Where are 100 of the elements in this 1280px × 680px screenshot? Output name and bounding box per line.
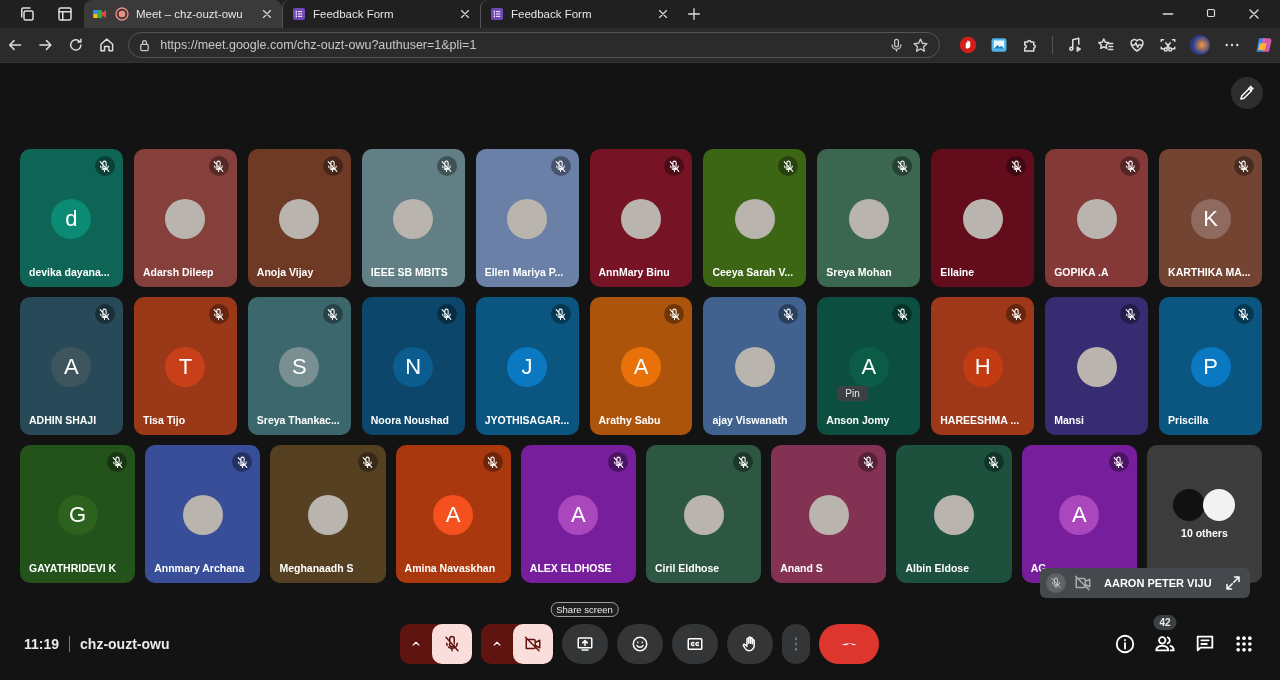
participant-tile[interactable]: A Pin Anson Jomy xyxy=(817,297,921,435)
reaction-button[interactable] xyxy=(616,624,663,664)
tooltip: Share screen xyxy=(550,602,619,617)
participant-tile[interactable]: A ALEX ELDHOSE xyxy=(520,445,636,583)
microphone-icon[interactable] xyxy=(889,37,904,53)
participant-tile[interactable]: P Priscilla xyxy=(1159,297,1262,435)
microphone-toggle[interactable] xyxy=(431,624,472,664)
camera-off-icon xyxy=(1074,574,1092,592)
camera-control[interactable] xyxy=(480,624,553,664)
participant-name: devika dayana... xyxy=(29,266,110,278)
reload-icon[interactable] xyxy=(67,36,85,54)
avatar-letter: P xyxy=(1190,347,1231,387)
microphone-control[interactable] xyxy=(399,624,472,664)
participant-name: Anson Jomy xyxy=(826,414,890,426)
participant-tile[interactable]: S Sreya Thankac... xyxy=(247,297,351,435)
photo-placeholder xyxy=(1076,347,1117,387)
participant-tile[interactable]: N Noora Noushad xyxy=(361,297,465,435)
camera-toggle[interactable] xyxy=(512,624,553,664)
present-button[interactable] xyxy=(561,624,608,664)
close-icon[interactable] xyxy=(656,7,670,21)
captions-icon xyxy=(685,635,704,653)
avatar-letter: A xyxy=(558,495,599,535)
participant-tile[interactable]: Anand S xyxy=(771,445,887,583)
participant-tile[interactable]: ajay Viswanath xyxy=(703,297,807,435)
participant-tile[interactable]: Albin Eldose xyxy=(896,445,1012,583)
participant-tile[interactable]: K KARTHIKA MA... xyxy=(1159,149,1262,287)
maximize-icon[interactable] xyxy=(1204,6,1218,20)
participant-tile[interactable]: Ellen Mariya P... xyxy=(475,149,579,287)
avatar-letter: K xyxy=(1190,199,1231,239)
music-icon[interactable] xyxy=(1066,36,1084,54)
screenshot-icon[interactable] xyxy=(1159,36,1177,54)
photo-placeholder xyxy=(182,495,223,535)
participant-tile[interactable]: J JYOTHISAGAR... xyxy=(475,297,579,435)
participant-name: Amina Navaskhan xyxy=(404,562,496,574)
participant-tile[interactable]: A Arathy Sabu xyxy=(589,297,693,435)
participant-name: Ceeya Sarah V... xyxy=(712,266,794,278)
participant-tile[interactable]: Annmary Archana xyxy=(145,445,261,583)
photo-placeholder xyxy=(1076,199,1117,239)
leave-call-button[interactable] xyxy=(818,624,879,664)
avatar-letter: H xyxy=(962,347,1003,387)
hand-icon[interactable] xyxy=(959,36,977,54)
participant-name: Annmary Archana xyxy=(154,562,245,574)
others-label: 10 others xyxy=(1181,527,1228,539)
photo-placeholder xyxy=(962,199,1003,239)
recording-icon xyxy=(114,6,130,22)
participant-name: Sreya Mohan xyxy=(826,266,892,278)
participant-tile[interactable]: Anoja Vijay xyxy=(247,149,351,287)
picture-icon[interactable] xyxy=(990,36,1008,54)
expand-icon[interactable] xyxy=(1224,574,1242,592)
participant-tile[interactable]: Meghanaadh S xyxy=(270,445,386,583)
participant-name: Tisa Tijo xyxy=(142,414,186,426)
form-icon xyxy=(489,6,505,22)
participant-tile[interactable]: T Tisa Tijo xyxy=(133,297,237,435)
star-icon[interactable] xyxy=(912,36,929,54)
participant-tile[interactable]: Sreya Mohan xyxy=(817,149,921,287)
copilot-icon[interactable] xyxy=(1254,35,1274,55)
participant-tile[interactable]: Ceeya Sarah V... xyxy=(703,149,807,287)
avatar-letter: A xyxy=(848,347,889,387)
photo-placeholder xyxy=(808,495,849,535)
home-icon[interactable] xyxy=(97,36,116,54)
participant-name: GAYATHRIDEVI K xyxy=(29,562,117,574)
participant-tile[interactable]: d devika dayana... xyxy=(20,149,123,287)
participant-name: HAREESHMA ... xyxy=(940,414,1020,426)
tab-actions-icon[interactable] xyxy=(18,5,36,23)
participant-tile[interactable]: G GAYATHRIDEVI K xyxy=(20,445,136,583)
participant-tile[interactable]: A ADHIN SHAJI xyxy=(20,297,123,435)
participant-tile[interactable]: Ciril Eldhose xyxy=(646,445,762,583)
info-icon[interactable] xyxy=(1114,633,1136,655)
new-tab-icon[interactable] xyxy=(686,6,702,22)
photo-placeholder xyxy=(279,199,320,239)
participant-name: Mansi xyxy=(1054,414,1084,426)
browser-tab[interactable]: Meet – chz-ouzt-owu xyxy=(84,0,282,28)
participant-tile[interactable]: Mansi xyxy=(1045,297,1149,435)
sidebar-icon[interactable] xyxy=(56,5,74,23)
camera-off-icon[interactable] xyxy=(523,635,542,653)
avatar-letter: N xyxy=(393,347,434,387)
close-icon[interactable] xyxy=(260,7,274,21)
photo-placeholder xyxy=(1173,489,1206,521)
avatar-letter: J xyxy=(507,347,548,387)
edit-button[interactable] xyxy=(1231,77,1263,109)
participant-tile[interactable]: Adarsh Dileep xyxy=(133,149,237,287)
participant-tile[interactable]: IEEE SB MBITS xyxy=(361,149,465,287)
participant-tile[interactable]: GOPIKA .A xyxy=(1045,149,1149,287)
participant-tile[interactable]: A Amina Navaskhan xyxy=(395,445,511,583)
meeting-time: 11:19 xyxy=(24,636,60,652)
participant-name: Ciril Eldhose xyxy=(655,562,720,574)
photo-placeholder xyxy=(734,199,775,239)
photo-placeholder xyxy=(308,495,348,535)
participant-tile[interactable]: AnnMary Binu xyxy=(589,149,693,287)
avatar-letter: T xyxy=(165,347,206,387)
profile-avatar[interactable] xyxy=(1190,35,1210,55)
heart-icon[interactable] xyxy=(1128,36,1146,54)
close-icon[interactable] xyxy=(458,7,472,21)
participant-tile[interactable]: Ellaine xyxy=(931,149,1035,287)
apps-icon[interactable] xyxy=(1234,634,1254,654)
participant-tile[interactable]: H HAREESHMA ... xyxy=(931,297,1035,435)
captions-button[interactable] xyxy=(671,624,718,664)
participant-name: GOPIKA .A xyxy=(1054,266,1109,278)
raise-hand-button[interactable] xyxy=(726,624,773,664)
mic-off-icon[interactable] xyxy=(442,635,461,653)
